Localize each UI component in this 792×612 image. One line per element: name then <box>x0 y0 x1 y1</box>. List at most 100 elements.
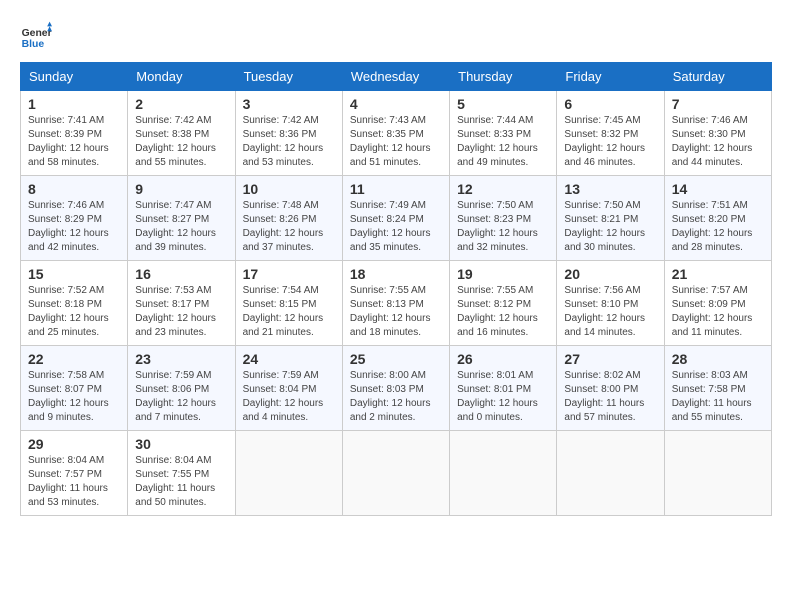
calendar-table: SundayMondayTuesdayWednesdayThursdayFrid… <box>20 62 772 516</box>
calendar-cell: 19 Sunrise: 7:55 AM Sunset: 8:12 PM Dayl… <box>450 261 557 346</box>
calendar-cell: 15 Sunrise: 7:52 AM Sunset: 8:18 PM Dayl… <box>21 261 128 346</box>
day-number: 23 <box>135 351 227 367</box>
calendar-cell: 13 Sunrise: 7:50 AM Sunset: 8:21 PM Dayl… <box>557 176 664 261</box>
calendar-cell: 8 Sunrise: 7:46 AM Sunset: 8:29 PM Dayli… <box>21 176 128 261</box>
day-info: Sunrise: 8:01 AM Sunset: 8:01 PM Dayligh… <box>457 369 549 425</box>
day-number: 13 <box>564 181 656 197</box>
day-number: 2 <box>135 96 227 112</box>
day-info: Sunrise: 7:53 AM Sunset: 8:17 PM Dayligh… <box>135 284 227 340</box>
calendar-cell: 3 Sunrise: 7:42 AM Sunset: 8:36 PM Dayli… <box>235 91 342 176</box>
day-number: 19 <box>457 266 549 282</box>
day-info: Sunrise: 7:49 AM Sunset: 8:24 PM Dayligh… <box>350 199 442 255</box>
calendar-cell <box>342 431 449 516</box>
day-info: Sunrise: 7:52 AM Sunset: 8:18 PM Dayligh… <box>28 284 120 340</box>
calendar-cell: 9 Sunrise: 7:47 AM Sunset: 8:27 PM Dayli… <box>128 176 235 261</box>
calendar-cell: 6 Sunrise: 7:45 AM Sunset: 8:32 PM Dayli… <box>557 91 664 176</box>
day-number: 9 <box>135 181 227 197</box>
day-info: Sunrise: 7:55 AM Sunset: 8:13 PM Dayligh… <box>350 284 442 340</box>
day-number: 3 <box>243 96 335 112</box>
day-number: 7 <box>672 96 764 112</box>
calendar-week-2: 8 Sunrise: 7:46 AM Sunset: 8:29 PM Dayli… <box>21 176 772 261</box>
day-info: Sunrise: 7:50 AM Sunset: 8:21 PM Dayligh… <box>564 199 656 255</box>
day-number: 17 <box>243 266 335 282</box>
calendar-cell: 7 Sunrise: 7:46 AM Sunset: 8:30 PM Dayli… <box>664 91 771 176</box>
day-info: Sunrise: 7:55 AM Sunset: 8:12 PM Dayligh… <box>457 284 549 340</box>
header-tuesday: Tuesday <box>235 63 342 91</box>
day-number: 11 <box>350 181 442 197</box>
day-number: 30 <box>135 436 227 452</box>
day-info: Sunrise: 7:47 AM Sunset: 8:27 PM Dayligh… <box>135 199 227 255</box>
calendar-cell: 25 Sunrise: 8:00 AM Sunset: 8:03 PM Dayl… <box>342 346 449 431</box>
day-info: Sunrise: 7:45 AM Sunset: 8:32 PM Dayligh… <box>564 114 656 170</box>
page-header: General Blue <box>20 20 772 52</box>
calendar-cell <box>557 431 664 516</box>
calendar-cell: 14 Sunrise: 7:51 AM Sunset: 8:20 PM Dayl… <box>664 176 771 261</box>
calendar-week-1: 1 Sunrise: 7:41 AM Sunset: 8:39 PM Dayli… <box>21 91 772 176</box>
day-info: Sunrise: 7:59 AM Sunset: 8:06 PM Dayligh… <box>135 369 227 425</box>
calendar-cell: 27 Sunrise: 8:02 AM Sunset: 8:00 PM Dayl… <box>557 346 664 431</box>
calendar-cell: 18 Sunrise: 7:55 AM Sunset: 8:13 PM Dayl… <box>342 261 449 346</box>
day-info: Sunrise: 7:46 AM Sunset: 8:29 PM Dayligh… <box>28 199 120 255</box>
logo-icon: General Blue <box>20 20 52 52</box>
day-info: Sunrise: 7:41 AM Sunset: 8:39 PM Dayligh… <box>28 114 120 170</box>
day-number: 4 <box>350 96 442 112</box>
day-info: Sunrise: 8:03 AM Sunset: 7:58 PM Dayligh… <box>672 369 764 425</box>
day-number: 8 <box>28 181 120 197</box>
calendar-cell: 24 Sunrise: 7:59 AM Sunset: 8:04 PM Dayl… <box>235 346 342 431</box>
day-info: Sunrise: 7:54 AM Sunset: 8:15 PM Dayligh… <box>243 284 335 340</box>
calendar-header-row: SundayMondayTuesdayWednesdayThursdayFrid… <box>21 63 772 91</box>
calendar-cell: 23 Sunrise: 7:59 AM Sunset: 8:06 PM Dayl… <box>128 346 235 431</box>
day-number: 15 <box>28 266 120 282</box>
header-friday: Friday <box>557 63 664 91</box>
calendar-cell: 16 Sunrise: 7:53 AM Sunset: 8:17 PM Dayl… <box>128 261 235 346</box>
calendar-cell: 10 Sunrise: 7:48 AM Sunset: 8:26 PM Dayl… <box>235 176 342 261</box>
day-info: Sunrise: 7:42 AM Sunset: 8:36 PM Dayligh… <box>243 114 335 170</box>
day-number: 16 <box>135 266 227 282</box>
day-number: 18 <box>350 266 442 282</box>
svg-text:General: General <box>22 28 52 39</box>
day-info: Sunrise: 7:48 AM Sunset: 8:26 PM Dayligh… <box>243 199 335 255</box>
day-info: Sunrise: 7:57 AM Sunset: 8:09 PM Dayligh… <box>672 284 764 340</box>
header-monday: Monday <box>128 63 235 91</box>
day-number: 5 <box>457 96 549 112</box>
day-info: Sunrise: 7:42 AM Sunset: 8:38 PM Dayligh… <box>135 114 227 170</box>
logo: General Blue <box>20 20 52 52</box>
day-number: 6 <box>564 96 656 112</box>
day-number: 10 <box>243 181 335 197</box>
calendar-cell: 12 Sunrise: 7:50 AM Sunset: 8:23 PM Dayl… <box>450 176 557 261</box>
day-number: 24 <box>243 351 335 367</box>
day-info: Sunrise: 7:58 AM Sunset: 8:07 PM Dayligh… <box>28 369 120 425</box>
calendar-cell: 2 Sunrise: 7:42 AM Sunset: 8:38 PM Dayli… <box>128 91 235 176</box>
day-info: Sunrise: 8:04 AM Sunset: 7:57 PM Dayligh… <box>28 454 120 510</box>
day-info: Sunrise: 7:59 AM Sunset: 8:04 PM Dayligh… <box>243 369 335 425</box>
calendar-cell: 5 Sunrise: 7:44 AM Sunset: 8:33 PM Dayli… <box>450 91 557 176</box>
header-wednesday: Wednesday <box>342 63 449 91</box>
day-number: 12 <box>457 181 549 197</box>
calendar-cell: 17 Sunrise: 7:54 AM Sunset: 8:15 PM Dayl… <box>235 261 342 346</box>
day-info: Sunrise: 7:51 AM Sunset: 8:20 PM Dayligh… <box>672 199 764 255</box>
day-info: Sunrise: 7:44 AM Sunset: 8:33 PM Dayligh… <box>457 114 549 170</box>
day-number: 22 <box>28 351 120 367</box>
header-saturday: Saturday <box>664 63 771 91</box>
header-thursday: Thursday <box>450 63 557 91</box>
day-info: Sunrise: 7:46 AM Sunset: 8:30 PM Dayligh… <box>672 114 764 170</box>
day-info: Sunrise: 7:43 AM Sunset: 8:35 PM Dayligh… <box>350 114 442 170</box>
calendar-cell <box>450 431 557 516</box>
day-info: Sunrise: 7:56 AM Sunset: 8:10 PM Dayligh… <box>564 284 656 340</box>
day-number: 26 <box>457 351 549 367</box>
day-number: 1 <box>28 96 120 112</box>
calendar-cell: 28 Sunrise: 8:03 AM Sunset: 7:58 PM Dayl… <box>664 346 771 431</box>
day-info: Sunrise: 7:50 AM Sunset: 8:23 PM Dayligh… <box>457 199 549 255</box>
day-number: 29 <box>28 436 120 452</box>
day-number: 27 <box>564 351 656 367</box>
calendar-cell <box>664 431 771 516</box>
calendar-week-4: 22 Sunrise: 7:58 AM Sunset: 8:07 PM Dayl… <box>21 346 772 431</box>
day-number: 21 <box>672 266 764 282</box>
calendar-cell: 29 Sunrise: 8:04 AM Sunset: 7:57 PM Dayl… <box>21 431 128 516</box>
day-number: 20 <box>564 266 656 282</box>
day-info: Sunrise: 8:00 AM Sunset: 8:03 PM Dayligh… <box>350 369 442 425</box>
calendar-cell: 22 Sunrise: 7:58 AM Sunset: 8:07 PM Dayl… <box>21 346 128 431</box>
svg-text:Blue: Blue <box>22 39 45 50</box>
day-number: 14 <box>672 181 764 197</box>
header-sunday: Sunday <box>21 63 128 91</box>
